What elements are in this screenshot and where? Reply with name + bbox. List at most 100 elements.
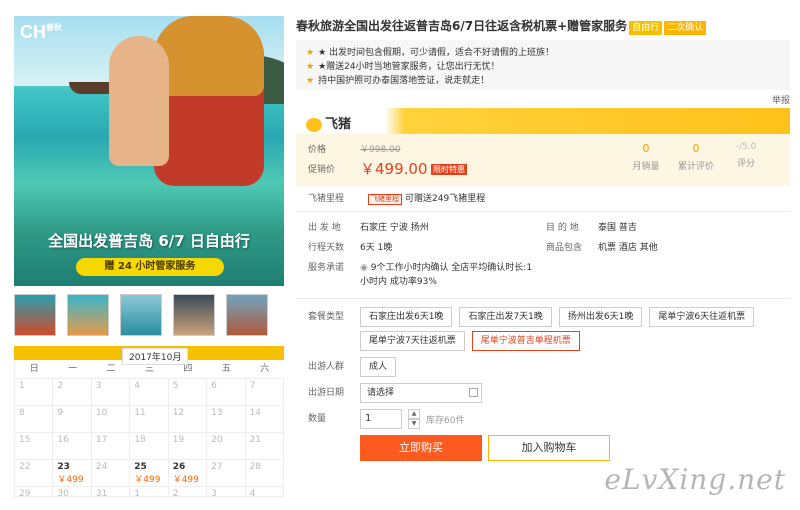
calendar-day: 5 — [168, 379, 208, 406]
service-row: 服务承诺 ◉ 9个工作小时内确认 全店平均确认时长:1 — [308, 263, 533, 273]
stat-monthly-sales: 0 月销量 — [632, 142, 660, 172]
image-person — [109, 36, 169, 166]
original-price: ￥998.00 — [360, 145, 401, 155]
package-option[interactable]: 石家庄出发7天1晚 — [459, 307, 552, 327]
crowd-selector: 出游人群 成人 — [308, 357, 778, 377]
calendar-day: 24 — [91, 460, 131, 487]
calendar-day: 22 — [15, 460, 54, 487]
calendar-day: 13 — [207, 406, 246, 433]
calendar-grid: 1 2 3 4 5 6 7 8 9 10 11 12 13 14 15 16 17 18 19 20 21 22 23 ￥49… — [14, 378, 284, 499]
product-title: 春秋旅游全国出发往返普吉岛6/7日往返含税机票+赠管家服务 自由行 二次确认 — [296, 16, 790, 36]
date-picker[interactable]: 请选择 — [360, 383, 482, 403]
calendar-day: 11 — [130, 406, 169, 433]
star-icon: ★ — [306, 48, 315, 58]
calendar-day[interactable]: 25 ￥499 — [130, 460, 169, 487]
calendar-day: 7 — [245, 379, 284, 406]
departure-row: 出 发 地石家庄 宁波 扬州 — [308, 223, 429, 233]
calendar-day: 4 — [130, 379, 169, 406]
calendar-day: 3 — [91, 379, 131, 406]
thumbnail-1[interactable] — [14, 294, 56, 336]
thumbnail-4[interactable] — [173, 294, 215, 336]
calendar-day: 2 — [53, 379, 92, 406]
calendar-day: 21 — [245, 433, 284, 460]
fliggy-icon — [306, 117, 322, 132]
main-product-image[interactable]: CH春秋 全国出发普吉岛 6/7 日自由行 赠 24 小时管家服务 — [14, 16, 284, 286]
calendar-day: 27 — [207, 460, 246, 487]
duration-row: 行程天数 6天 1晚 — [308, 243, 393, 253]
tip-item: ★ 持中国护照可办泰国落地签证，说走就走！ — [306, 76, 490, 86]
calendar-day: 15 — [15, 433, 54, 460]
day-price: ￥499 — [57, 475, 84, 485]
promo-label: 促销价 — [308, 165, 336, 175]
buy-now-button[interactable]: 立即购买 — [360, 435, 482, 461]
calendar-day: 29 — [15, 487, 54, 499]
day-price: ￥499 — [172, 475, 199, 485]
tag-free-travel: 自由行 — [629, 21, 663, 35]
calendar-day: 4 — [245, 487, 284, 499]
calendar-day[interactable]: 26 ￥499 — [168, 460, 208, 487]
calendar-day: 18 — [130, 433, 169, 460]
calendar-icon — [469, 388, 478, 397]
star-icon: ★ — [306, 76, 315, 86]
package-option-selected[interactable]: 尾单宁波普吉单程机票 — [471, 331, 580, 351]
package-selector: 套餐类型 石家庄出发6天1晚 石家庄出发7天1晚 扬州出发6天1晚 尾单宁波6天… — [308, 307, 778, 351]
thumbnail-3[interactable] — [120, 294, 162, 336]
calendar-day: 6 — [207, 379, 246, 406]
calendar-month[interactable]: 2017年10月 — [122, 348, 189, 365]
add-to-cart-button[interactable]: 加入购物车 — [488, 435, 610, 461]
tag-reconfirm: 二次确认 — [664, 21, 707, 35]
price-label: 价格 — [308, 145, 327, 155]
highlight-tips: ★ ★ 出发时间包含假期，可少请假，适合不好请假的上班族！ ★ ★赠送24小时当地管… — [296, 40, 790, 90]
price-calendar: 2017年10月 日一二三四五六 1 2 3 4 5 6 7 8 9 10 11 12 13 14 15 16… — [14, 346, 284, 499]
package-option[interactable]: 扬州出发6天1晚 — [558, 307, 643, 327]
thumbnail-5[interactable] — [226, 294, 268, 336]
image-person-shirt — [154, 16, 264, 96]
promo-price: ￥499.00 — [360, 160, 428, 178]
purchase-options: 套餐类型 石家庄出发6天1晚 石家庄出发7天1晚 扬州出发6天1晚 尾单宁波6天… — [296, 299, 790, 461]
calendar-day[interactable]: 23 ￥499 — [53, 460, 92, 487]
crowd-option-adult[interactable]: 成人 — [360, 357, 397, 377]
package-option[interactable]: 尾单宁波7天往返机票 — [360, 331, 465, 351]
decrease-icon[interactable]: ▼ — [408, 419, 420, 429]
report-link[interactable]: 举报 — [296, 94, 790, 108]
stat-rating: -/5.0 评分 — [735, 142, 757, 169]
product-gallery: CH春秋 全国出发普吉岛 6/7 日自由行 赠 24 小时管家服务 2017年1… — [14, 16, 284, 499]
calendar-day: 30 — [53, 487, 92, 499]
image-subline: 赠 24 小时管家服务 — [76, 258, 224, 276]
package-option[interactable]: 石家庄出发6天1晚 — [360, 307, 453, 327]
calendar-day: 16 — [53, 433, 92, 460]
destination-row: 目 的 地泰国 普吉 — [546, 223, 637, 233]
calendar-day: 17 — [91, 433, 131, 460]
calendar-day: 31 — [91, 487, 131, 499]
weekday-label: 日 — [29, 364, 39, 374]
info-icon: ◉ — [360, 263, 371, 273]
calendar-day: 9 — [53, 406, 92, 433]
brand-logo: CH春秋 — [20, 22, 62, 42]
price-box: 价格 促销价 ￥998.00 ￥499.00 限时特惠 0 月销量 0 累计评价 -… — [296, 134, 790, 186]
service-row-2: 小时内 成功率93% — [360, 277, 437, 287]
miles-text: 可赠送249飞猪里程 — [405, 194, 486, 204]
fliggy-brand-bar: 飞猪 — [296, 108, 790, 134]
calendar-day: 1 — [130, 487, 169, 499]
calendar-day: 20 — [207, 433, 246, 460]
fliggy-logo: 飞猪 — [306, 113, 351, 132]
calendar-day: 10 — [91, 406, 131, 433]
weekday-label: 五 — [221, 364, 231, 374]
calendar-day: 12 — [168, 406, 208, 433]
calendar-day: 8 — [15, 406, 54, 433]
increase-icon[interactable]: ▲ — [408, 409, 420, 419]
calendar-day: 1 — [15, 379, 54, 406]
quantity-input[interactable]: 1 — [360, 409, 402, 429]
stat-reviews[interactable]: 0 累计评价 — [676, 142, 716, 172]
calendar-day: 2 — [168, 487, 208, 499]
thumbnail-strip — [14, 294, 284, 336]
day-price: ￥499 — [134, 475, 161, 485]
thumbnail-2[interactable] — [67, 294, 109, 336]
calendar-header-bar: 2017年10月 — [14, 346, 284, 365]
limited-offer-badge: 限时特惠 — [431, 164, 467, 175]
quantity-selector: 数量 1 ▲ ▼ 库存60件 — [308, 409, 465, 429]
watermark: eLvXing.net — [604, 463, 786, 496]
stock-count: 库存60件 — [426, 415, 465, 426]
package-option[interactable]: 尾单宁波6天往返机票 — [649, 307, 755, 327]
image-headline: 全国出发普吉岛 6/7 日自由行 — [48, 232, 250, 250]
